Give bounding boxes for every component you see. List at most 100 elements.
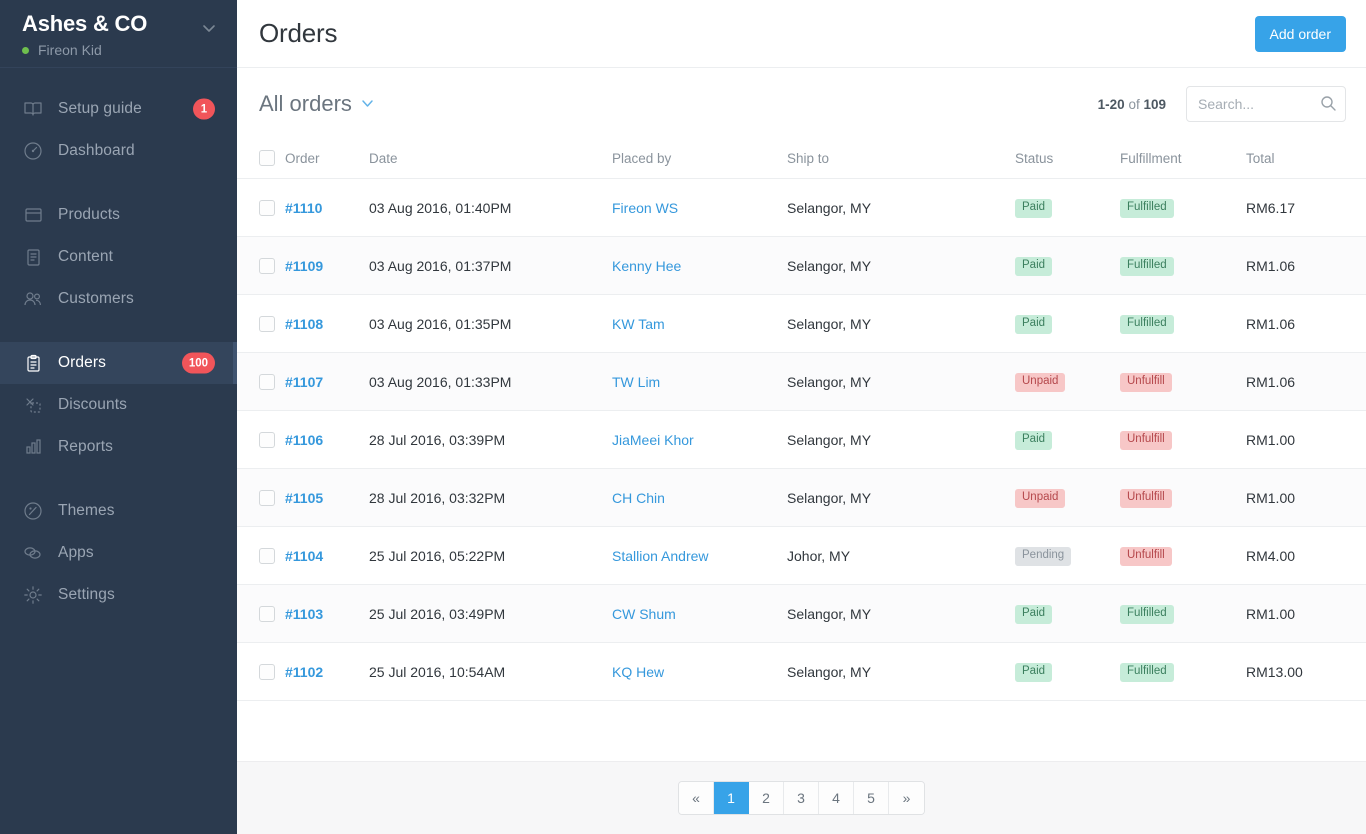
- sidebar-item-dashboard[interactable]: Dashboard: [0, 130, 237, 172]
- pagination-page-1[interactable]: 1: [714, 782, 749, 814]
- add-order-button[interactable]: Add order: [1255, 16, 1346, 52]
- table-row[interactable]: #110425 Jul 2016, 05:22PMStallion Andrew…: [237, 527, 1366, 585]
- pagination-page-3[interactable]: 3: [784, 782, 819, 814]
- sidebar-item-orders[interactable]: Orders 100: [0, 342, 237, 384]
- fulfillment-badge: Unfulfill: [1120, 373, 1172, 392]
- table-row[interactable]: #110803 Aug 2016, 01:35PMKW TamSelangor,…: [237, 295, 1366, 353]
- cell-placed-by: Stallion Andrew: [612, 527, 787, 585]
- sidebar-item-customers[interactable]: Customers: [0, 278, 237, 320]
- customer-link[interactable]: CH Chin: [612, 490, 665, 506]
- view-filter-label[interactable]: All orders: [259, 91, 352, 117]
- row-checkbox[interactable]: [259, 258, 275, 274]
- table-row[interactable]: #110628 Jul 2016, 03:39PMJiaMeei KhorSel…: [237, 411, 1366, 469]
- select-all-checkbox[interactable]: [259, 150, 275, 166]
- column-header-order[interactable]: Order: [285, 140, 369, 179]
- pagination-next[interactable]: »: [889, 782, 924, 814]
- customer-link[interactable]: Stallion Andrew: [612, 548, 709, 564]
- table-row[interactable]: #110325 Jul 2016, 03:49PMCW ShumSelangor…: [237, 585, 1366, 643]
- customer-link[interactable]: CW Shum: [612, 606, 676, 622]
- sidebar: Ashes & CO Fireon Kid Setup guide 1: [0, 0, 237, 834]
- sidebar-item-setup-guide[interactable]: Setup guide 1: [0, 88, 237, 130]
- sidebar-item-content[interactable]: Content: [0, 236, 237, 278]
- order-link[interactable]: #1103: [285, 606, 323, 622]
- order-link[interactable]: #1106: [285, 432, 323, 448]
- sidebar-item-label: Products: [58, 206, 120, 224]
- status-badge: Paid: [1015, 605, 1052, 624]
- table-row[interactable]: #110528 Jul 2016, 03:32PMCH ChinSelangor…: [237, 469, 1366, 527]
- row-checkbox[interactable]: [259, 490, 275, 506]
- sidebar-item-products[interactable]: Products: [0, 194, 237, 236]
- cell-total: RM1.00: [1246, 585, 1366, 643]
- sidebar-item-discounts[interactable]: Discounts: [0, 384, 237, 426]
- chevron-down-icon[interactable]: [361, 95, 374, 113]
- cell-order: #1104: [285, 527, 369, 585]
- column-header-ship-to[interactable]: Ship to: [787, 140, 1015, 179]
- store-switcher[interactable]: Ashes & CO Fireon Kid: [0, 0, 237, 68]
- order-link[interactable]: #1107: [285, 374, 323, 390]
- customer-link[interactable]: Kenny Hee: [612, 258, 681, 274]
- order-link[interactable]: #1109: [285, 258, 323, 274]
- sidebar-item-themes[interactable]: Themes: [0, 490, 237, 532]
- cell-total: RM1.06: [1246, 295, 1366, 353]
- table-row[interactable]: #111003 Aug 2016, 01:40PMFireon WSSelang…: [237, 179, 1366, 237]
- row-checkbox[interactable]: [259, 606, 275, 622]
- customer-link[interactable]: KQ Hew: [612, 664, 664, 680]
- table-row[interactable]: #110903 Aug 2016, 01:37PMKenny HeeSelang…: [237, 237, 1366, 295]
- pagination-prev[interactable]: «: [679, 782, 714, 814]
- pagination-page-5[interactable]: 5: [854, 782, 889, 814]
- status-badge: Unpaid: [1015, 489, 1065, 508]
- row-select-cell: [237, 411, 285, 469]
- pagination-page-4[interactable]: 4: [819, 782, 854, 814]
- order-link[interactable]: #1102: [285, 664, 323, 680]
- sidebar-item-reports[interactable]: Reports: [0, 426, 237, 468]
- customer-link[interactable]: KW Tam: [612, 316, 665, 332]
- order-link[interactable]: #1110: [285, 200, 322, 216]
- sidebar-item-settings[interactable]: Settings: [0, 574, 237, 616]
- result-count: 1-20 of 109: [1098, 97, 1166, 112]
- order-link[interactable]: #1104: [285, 548, 323, 564]
- customer-link[interactable]: Fireon WS: [612, 200, 678, 216]
- pagination: «12345»: [678, 781, 925, 815]
- fulfillment-badge: Fulfilled: [1120, 605, 1174, 624]
- row-select-cell: [237, 237, 285, 295]
- fulfillment-badge: Unfulfill: [1120, 547, 1172, 566]
- customer-link[interactable]: TW Lim: [612, 374, 660, 390]
- sidebar-item-apps[interactable]: Apps: [0, 532, 237, 574]
- row-checkbox[interactable]: [259, 548, 275, 564]
- result-of: of: [1128, 97, 1139, 112]
- cell-order: #1109: [285, 237, 369, 295]
- cell-date: 25 Jul 2016, 10:54AM: [369, 643, 612, 701]
- column-header-date[interactable]: Date: [369, 140, 612, 179]
- cell-total: RM6.17: [1246, 179, 1366, 237]
- cell-ship-to: Selangor, MY: [787, 179, 1015, 237]
- row-checkbox[interactable]: [259, 200, 275, 216]
- pagination-page-2[interactable]: 2: [749, 782, 784, 814]
- cell-date: 28 Jul 2016, 03:32PM: [369, 469, 612, 527]
- cell-ship-to: Selangor, MY: [787, 237, 1015, 295]
- cell-status: Paid: [1015, 237, 1120, 295]
- customer-link[interactable]: JiaMeei Khor: [612, 432, 694, 448]
- row-checkbox[interactable]: [259, 664, 275, 680]
- table-row[interactable]: #110225 Jul 2016, 10:54AMKQ HewSelangor,…: [237, 643, 1366, 701]
- cell-date: 25 Jul 2016, 03:49PM: [369, 585, 612, 643]
- row-select-cell: [237, 179, 285, 237]
- orders-table-head: Order Date Placed by Ship to Status Fulf…: [237, 140, 1366, 179]
- column-header-status[interactable]: Status: [1015, 140, 1120, 179]
- column-header-placed-by[interactable]: Placed by: [612, 140, 787, 179]
- table-row[interactable]: #110703 Aug 2016, 01:33PMTW LimSelangor,…: [237, 353, 1366, 411]
- cell-status: Paid: [1015, 643, 1120, 701]
- sidebar-item-label: Apps: [58, 544, 94, 562]
- cell-status: Paid: [1015, 295, 1120, 353]
- nav-group-3: Orders 100 Discounts Reports: [0, 342, 237, 468]
- column-header-fulfillment[interactable]: Fulfillment: [1120, 140, 1246, 179]
- row-checkbox[interactable]: [259, 316, 275, 332]
- row-checkbox[interactable]: [259, 432, 275, 448]
- column-header-total[interactable]: Total: [1246, 140, 1366, 179]
- order-link[interactable]: #1105: [285, 490, 323, 506]
- order-link[interactable]: #1108: [285, 316, 323, 332]
- chevron-down-icon[interactable]: [201, 20, 217, 36]
- cell-order: #1106: [285, 411, 369, 469]
- row-checkbox[interactable]: [259, 374, 275, 390]
- search-input[interactable]: [1186, 86, 1346, 122]
- page-header: Orders Add order: [237, 0, 1366, 68]
